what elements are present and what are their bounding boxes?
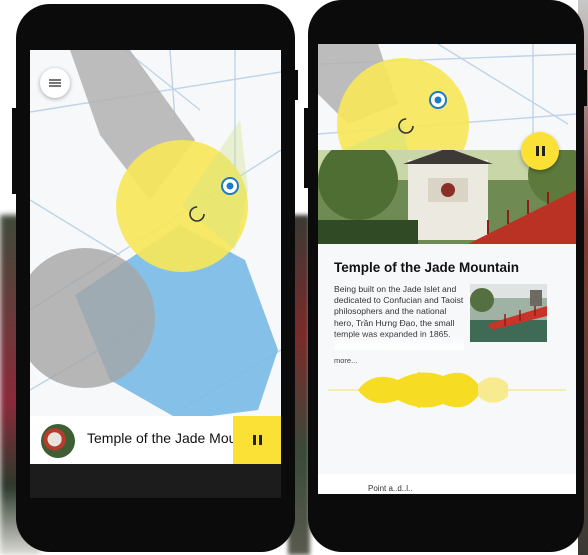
bottom-sheet-footer — [318, 474, 576, 494]
right-phone-screen: Temple of the Jade Mountain Being built … — [318, 44, 576, 494]
left-phone: Temple of the Jade Mountain — [16, 4, 295, 552]
bottom-area — [30, 464, 281, 498]
side-button — [294, 70, 298, 100]
pause-icon — [252, 435, 262, 445]
poi-title: Temple of the Jade Mountain — [334, 260, 520, 275]
side-button — [12, 108, 17, 194]
side-button — [304, 108, 309, 188]
audio-waveform[interactable] — [328, 366, 566, 414]
pause-icon — [535, 146, 545, 156]
now-playing-bar[interactable]: Temple of the Jade Mountain — [30, 416, 281, 464]
more-link[interactable]: more... — [334, 356, 357, 365]
left-phone-screen: Temple of the Jade Mountain — [30, 50, 281, 498]
poi-thumbnail-image — [470, 284, 547, 342]
hamburger-menu-icon[interactable] — [40, 68, 70, 98]
pause-button[interactable] — [521, 132, 559, 170]
description-fade — [334, 334, 464, 350]
now-playing-title: Temple of the Jade Mountain — [87, 430, 233, 446]
footer-text: Point a..d..l.. — [368, 484, 413, 493]
right-phone: Temple of the Jade Mountain Being built … — [308, 0, 584, 552]
side-button — [583, 70, 587, 106]
now-playing-thumbnail — [41, 424, 75, 458]
pause-button[interactable] — [233, 416, 281, 464]
